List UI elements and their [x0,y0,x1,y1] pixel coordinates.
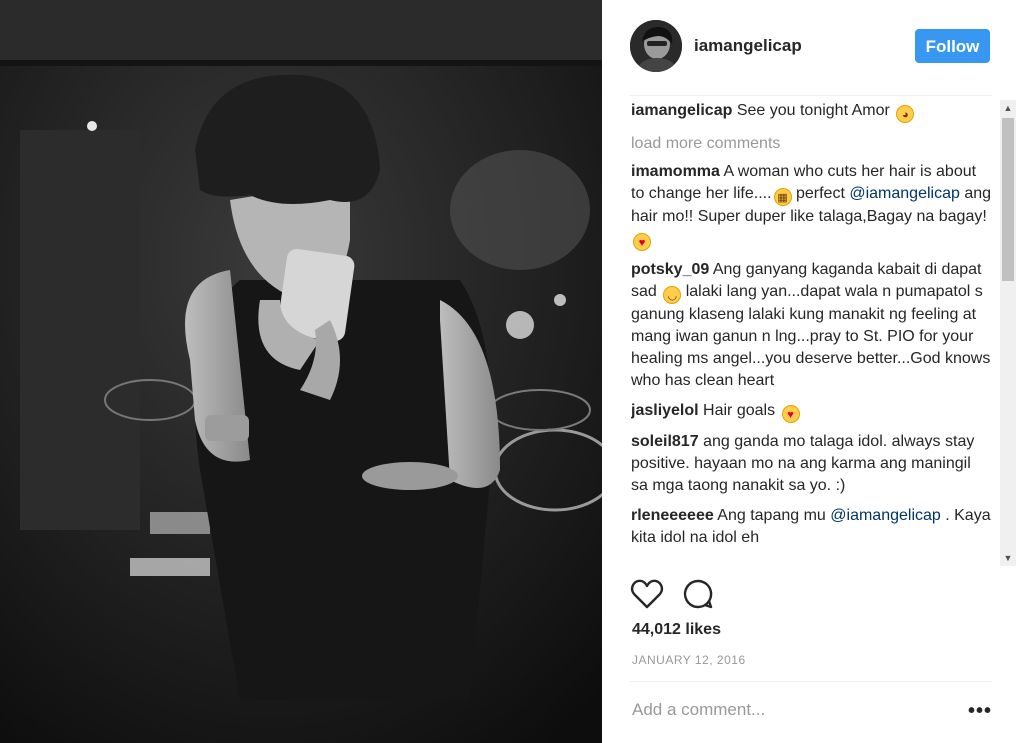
heart-icon[interactable] [630,578,664,610]
comment-item: imamomma A woman who cuts her hair is ab… [631,161,991,251]
caption-text: See you tonight Amor [736,102,890,119]
comment-username[interactable]: rleneeeeee [631,507,714,524]
caption-username[interactable]: iamangelicap [631,102,732,119]
comment-mention-link[interactable]: @iamangelicap [849,185,960,202]
header-divider [630,95,992,96]
header-username[interactable]: iamangelicap [694,36,802,56]
avatar[interactable] [630,20,682,72]
avatar-image [630,20,682,72]
footer-divider [630,681,992,682]
likes-count[interactable]: 44,012 likes [632,621,721,639]
post-details-panel: iamangelicap Follow iamangelicap See you… [602,0,1024,743]
comment-text: lalaki lang yan...dapat wala n pumapatol… [631,283,991,389]
scroll-down-arrow-icon[interactable]: ▼ [1000,550,1016,566]
kiss-emoji-icon: ♥ [633,233,651,251]
load-more-comments-link[interactable]: load more comments [631,133,991,155]
post-header: iamangelicap Follow [630,18,992,76]
follow-button[interactable]: Follow [915,29,990,63]
comment-username[interactable]: imamomma [631,163,720,180]
scroll-thumb[interactable] [1002,118,1014,281]
comment-item: soleil817 ang ganda mo talaga idol. alwa… [631,431,991,497]
comment-text: perfect [791,185,850,202]
comment-item: rleneeeeee Ang tapang mu @iamangelicap .… [631,505,991,549]
post-image [0,0,602,743]
post-photo[interactable] [0,0,602,743]
scroll-up-arrow-icon[interactable]: ▲ [1000,100,1016,116]
comment-text: Hair goals [703,402,780,419]
comment-username[interactable]: soleil817 [631,433,699,450]
comment-text: Ang tapang mu [717,507,831,524]
post-actions [630,578,730,612]
smirk-emoji-icon: ◕ [896,105,915,123]
grimace-emoji-icon: ▦ [773,188,792,206]
smile-emoji-icon: ◡ [663,286,682,304]
post-date[interactable]: JANUARY 12, 2016 [632,653,746,667]
comment-item: jasliyelol Hair goals ♥ [631,400,991,423]
more-options-button[interactable]: ••• [968,700,992,723]
comments-scrollbar[interactable]: ▲ ▼ [1000,100,1016,566]
comment-item: potsky_09 Ang ganyang kaganda kabait di … [631,259,991,392]
comment-username[interactable]: jasliyelol [631,402,699,419]
add-comment-input[interactable]: Add a comment... [632,700,765,720]
comment-icon[interactable] [682,578,714,610]
heart-eyes-emoji-icon: ♥ [781,405,800,423]
comment-mention-link[interactable]: @iamangelicap [830,507,941,524]
comment-username[interactable]: potsky_09 [631,261,709,278]
caption: iamangelicap See you tonight Amor ◕ [631,100,991,123]
comments-list: iamangelicap See you tonight Amor ◕ load… [631,100,991,566]
